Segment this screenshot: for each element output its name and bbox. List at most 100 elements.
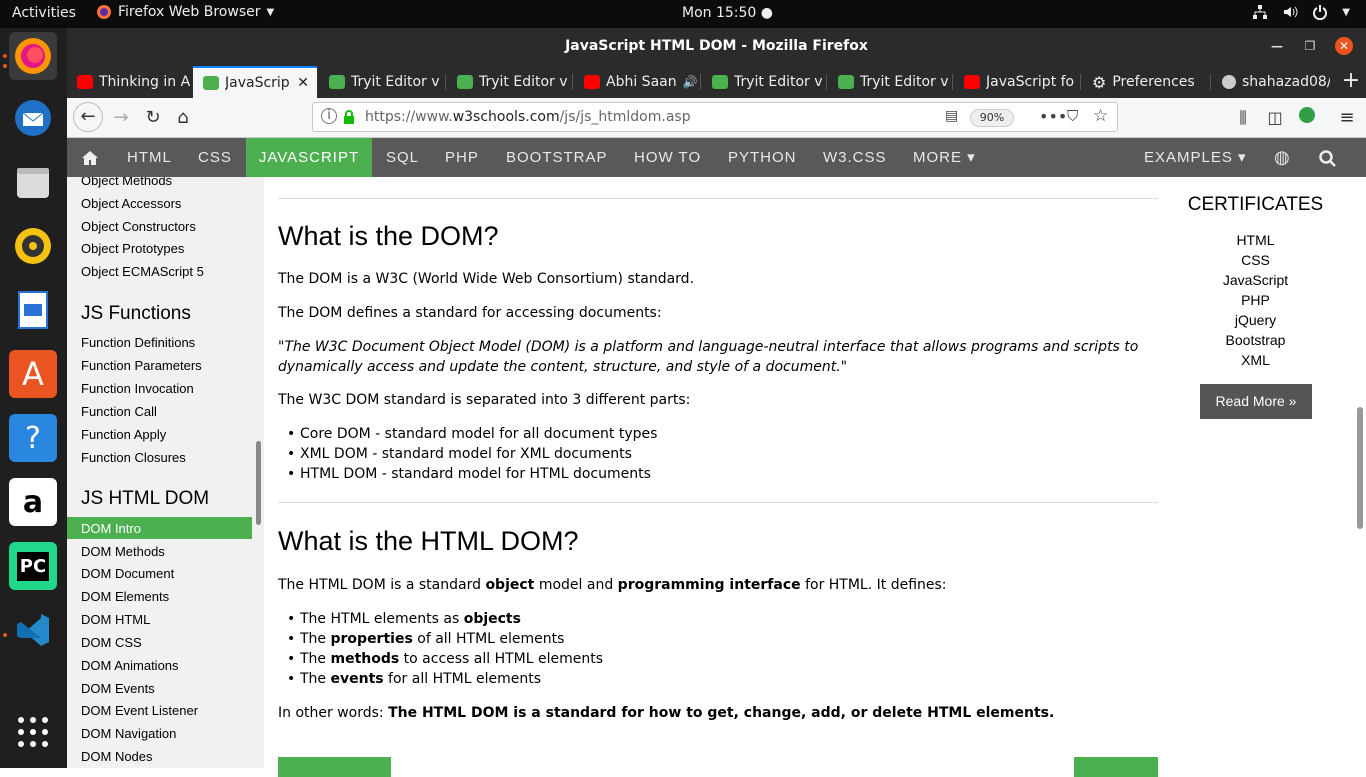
dock-pycharm[interactable]: PC [9, 542, 57, 590]
nav-php[interactable]: PHP [445, 138, 479, 177]
new-tab-button[interactable]: + [1338, 68, 1364, 94]
dock-software[interactable]: A [9, 350, 57, 398]
maximize-button[interactable]: ❐ [1301, 37, 1319, 55]
activities-button[interactable]: Activities [12, 5, 76, 21]
tab-github[interactable]: shahazad08/ [1212, 66, 1330, 98]
dock-firefox[interactable] [9, 32, 57, 80]
extension-icon[interactable] [1293, 104, 1321, 132]
close-tab-icon[interactable]: ✕ [297, 75, 309, 91]
tab-javascript-fo[interactable]: JavaScript fo [954, 66, 1078, 98]
nav-sql[interactable]: SQL [386, 138, 419, 177]
close-window-button[interactable]: ✕ [1335, 37, 1353, 55]
sidebar-link[interactable]: Function Definitions [81, 335, 195, 350]
search-icon[interactable] [1319, 138, 1336, 177]
forward-button[interactable]: → [107, 104, 135, 132]
pocket-icon[interactable]: ⛉ [1067, 107, 1078, 125]
sidebar-link[interactable]: Object ECMAScript 5 [81, 264, 204, 279]
sidebar-link[interactable]: DOM Event Listener [81, 703, 198, 718]
certificate-link[interactable]: PHP [1174, 292, 1337, 308]
sidebar-link[interactable]: DOM CSS [81, 635, 142, 650]
text-bold: The HTML DOM is a standard for how to ge… [388, 705, 1055, 721]
page-scrollbar[interactable] [1354, 177, 1366, 768]
previous-button[interactable] [278, 757, 391, 777]
home-icon[interactable] [67, 138, 113, 177]
audio-playing-icon[interactable]: 🔊 [683, 75, 698, 89]
zoom-indicator[interactable]: 90% [970, 109, 1014, 127]
status-area[interactable]: ▼ [1252, 4, 1350, 20]
url-path: /js/js_htmldom.asp [559, 109, 691, 125]
sidebar-link[interactable]: Function Apply [81, 427, 166, 442]
dock-rhythmbox[interactable] [9, 222, 57, 270]
sidebar-link[interactable]: Object Accessors [81, 196, 181, 211]
tab-tryit-1[interactable]: Tryit Editor v [319, 66, 439, 98]
tab-preferences[interactable]: ⚙ Preferences [1082, 66, 1208, 98]
reload-button[interactable]: ↻ [139, 104, 167, 132]
sidebar-link[interactable]: DOM Animations [81, 658, 179, 673]
sidebar-link-active[interactable]: DOM Intro [81, 521, 141, 536]
certificate-link[interactable]: CSS [1174, 252, 1337, 268]
clock[interactable]: Mon 15:50 ● [682, 5, 773, 21]
library-icon[interactable]: ⫼ [1229, 104, 1257, 132]
dock-thunderbird[interactable] [9, 94, 57, 142]
home-button[interactable]: ⌂ [169, 104, 197, 132]
sidebar-link[interactable]: DOM Navigation [81, 726, 176, 741]
show-applications-button[interactable] [9, 708, 57, 756]
tab-thinking[interactable]: Thinking in A [67, 66, 193, 98]
certificate-link[interactable]: HTML [1174, 232, 1337, 248]
dock-amazon[interactable]: a [9, 478, 57, 526]
certificate-link[interactable]: Bootstrap [1174, 332, 1337, 348]
url-bar[interactable]: i https://www.w3schools.com/js/js_htmldo… [312, 102, 1118, 132]
sidebar-link[interactable]: Object Constructors [81, 219, 196, 234]
dock-files[interactable] [9, 158, 57, 206]
sidebar-link[interactable]: DOM Methods [81, 544, 165, 559]
certificate-link[interactable]: jQuery [1174, 312, 1337, 328]
dock-writer[interactable] [9, 286, 57, 334]
reader-view-icon[interactable]: ▤ [945, 108, 958, 124]
nav-howto[interactable]: HOW TO [634, 138, 701, 177]
read-more-button[interactable]: Read More » [1200, 384, 1312, 419]
sidebar-link[interactable]: Function Invocation [81, 381, 194, 396]
app-menu[interactable]: Firefox Web Browser ▼ [96, 4, 274, 20]
sidebar-toggle-icon[interactable]: ◫ [1261, 104, 1289, 132]
lock-icon[interactable] [343, 110, 355, 124]
certificate-link[interactable]: JavaScript [1174, 272, 1337, 288]
certificate-link[interactable]: XML [1174, 352, 1337, 368]
nav-html[interactable]: HTML [127, 138, 172, 177]
info-icon[interactable]: i [321, 108, 337, 124]
back-button[interactable]: ← [73, 102, 103, 132]
sidebar-link[interactable]: DOM HTML [81, 612, 150, 627]
tab-javascript-active[interactable]: JavaScrip ✕ [193, 66, 317, 98]
url-text[interactable]: https://www.w3schools.com/js/js_htmldom.… [365, 109, 691, 125]
sidebar-link[interactable]: Function Closures [81, 450, 186, 465]
sidebar-link[interactable]: Object Methods [81, 177, 172, 188]
tab-tryit-4[interactable]: Tryit Editor v [828, 66, 950, 98]
page-scroll-thumb[interactable] [1357, 407, 1363, 529]
sidebar-link[interactable]: Function Parameters [81, 358, 202, 373]
sidebar-link[interactable]: DOM Document [81, 566, 174, 581]
hamburger-menu-icon[interactable]: ≡ [1333, 104, 1361, 132]
page-actions-icon[interactable]: ••• [1039, 107, 1067, 126]
tab-abhi[interactable]: Abhi Saan 🔊 [574, 66, 698, 98]
bookmark-star-icon[interactable]: ☆ [1093, 106, 1108, 126]
globe-icon[interactable]: ◍ [1274, 138, 1291, 177]
nav-w3css[interactable]: W3.CSS [823, 138, 887, 177]
dock-vscode[interactable] [9, 606, 57, 654]
nav-more[interactable]: MORE ▾ [913, 138, 976, 177]
nav-bootstrap[interactable]: BOOTSTRAP [506, 138, 608, 177]
sidebar-scrollbar[interactable] [252, 177, 264, 768]
sidebar-link[interactable]: DOM Events [81, 681, 155, 696]
nav-python[interactable]: PYTHON [728, 138, 797, 177]
tab-tryit-2[interactable]: Tryit Editor v [447, 66, 570, 98]
sidebar-link[interactable]: Object Prototypes [81, 241, 184, 256]
nav-examples[interactable]: EXAMPLES ▾ [1144, 138, 1247, 177]
dock-help[interactable]: ? [9, 414, 57, 462]
next-button[interactable] [1074, 757, 1158, 777]
nav-javascript[interactable]: JAVASCRIPT [246, 138, 372, 177]
minimize-button[interactable]: — [1268, 37, 1286, 55]
sidebar-scroll-thumb[interactable] [256, 441, 261, 525]
sidebar-link[interactable]: Function Call [81, 404, 157, 419]
tab-tryit-3[interactable]: Tryit Editor v [702, 66, 824, 98]
sidebar-link[interactable]: DOM Elements [81, 589, 169, 604]
nav-css[interactable]: CSS [198, 138, 232, 177]
sidebar-link[interactable]: DOM Nodes [81, 749, 153, 764]
